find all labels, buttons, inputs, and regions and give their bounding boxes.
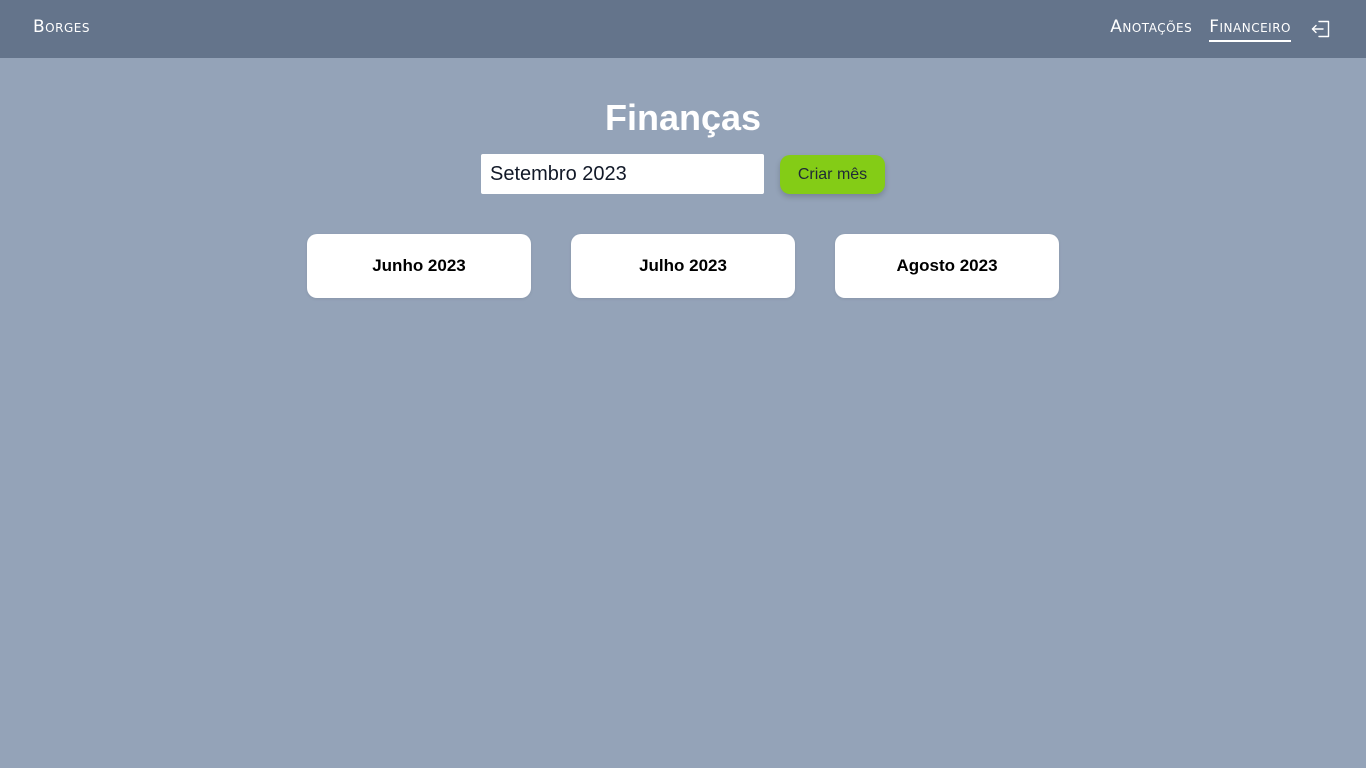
nav-links: Anotações Financeiro — [1110, 14, 1332, 44]
month-card-junho-2023[interactable]: Junho 2023 — [307, 234, 531, 298]
create-month-button[interactable]: Criar mês — [780, 155, 885, 194]
page-title: Finanças — [604, 97, 762, 138]
nav-link-financeiro[interactable]: Financeiro — [1209, 17, 1291, 42]
month-card-label: Agosto 2023 — [896, 256, 998, 275]
top-navbar: Borges Anotações Financeiro — [0, 0, 1366, 58]
month-card-list: Junho 2023 Julho 2023 Agosto 2023 — [307, 234, 1059, 298]
month-card-label: Julho 2023 — [639, 256, 727, 275]
month-name-input[interactable] — [481, 154, 764, 194]
month-card-label: Junho 2023 — [372, 256, 466, 275]
month-card-julho-2023[interactable]: Julho 2023 — [571, 234, 795, 298]
month-card-agosto-2023[interactable]: Agosto 2023 — [835, 234, 1059, 298]
nav-link-anotacoes[interactable]: Anotações — [1110, 17, 1192, 42]
brand-logo[interactable]: Borges — [33, 17, 90, 37]
logout-icon[interactable] — [1310, 18, 1332, 40]
